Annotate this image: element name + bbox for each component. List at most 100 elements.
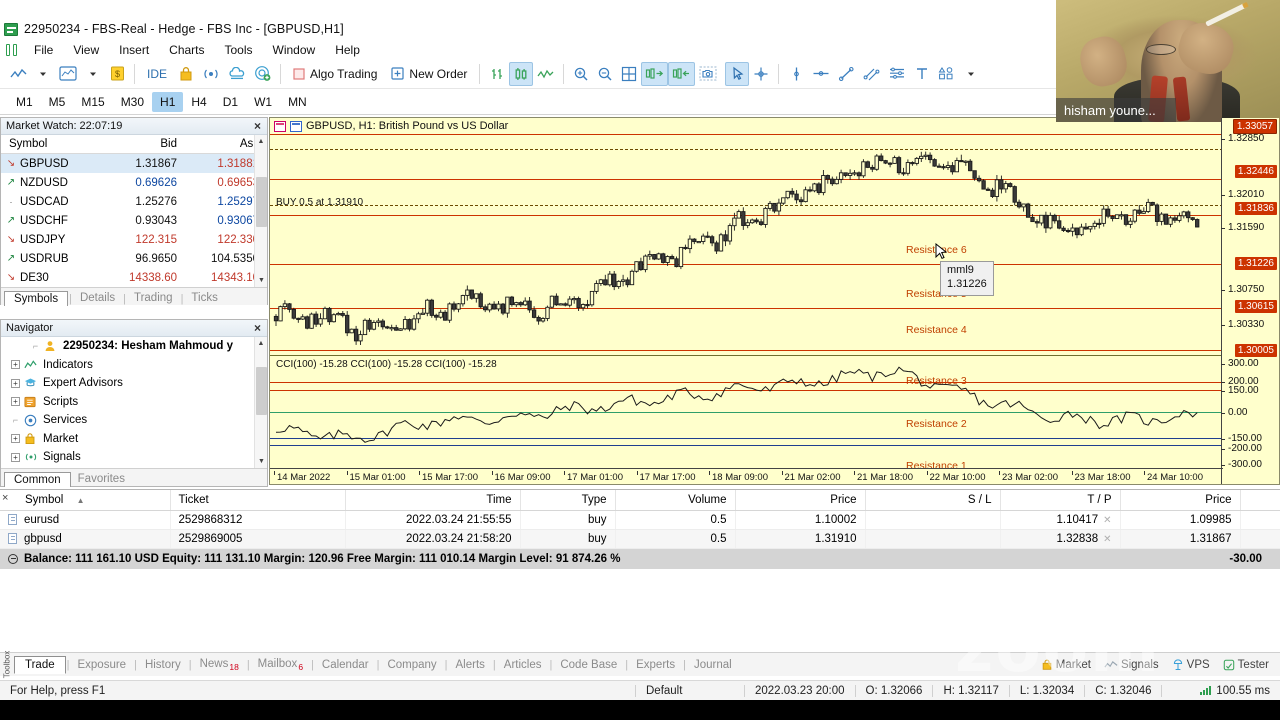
column-header-price-open[interactable]: Price (735, 490, 866, 511)
chart-data-window-icon[interactable] (274, 120, 286, 132)
column-header-bid[interactable]: Bid (99, 138, 185, 150)
algo-trading-button[interactable]: Algo Trading (286, 62, 384, 86)
currency-icon[interactable]: $ (105, 62, 129, 86)
close-icon[interactable]: × (251, 120, 264, 133)
line-mode-icon[interactable] (533, 62, 558, 86)
shapes-icon[interactable] (934, 62, 959, 86)
column-header-profit[interactable]: Profit (1240, 490, 1280, 511)
navigator-account-row[interactable]: ⌐ 22950234: Hesham Mahmoud y (1, 337, 267, 356)
column-header-tp[interactable]: T / P (1000, 490, 1121, 511)
tester-status-button[interactable]: Tester (1218, 657, 1274, 673)
scrollbar-thumb[interactable] (256, 367, 267, 415)
horizontal-line-icon[interactable] (808, 62, 834, 86)
scroll-down-icon[interactable]: ▼ (255, 274, 267, 287)
shift-right-icon[interactable] (641, 61, 669, 86)
chart-window[interactable]: GBPUSD, H1: British Pound vs US Dollar R… (269, 117, 1280, 485)
market-bag-icon[interactable] (174, 62, 198, 86)
timeframe-d1[interactable]: D1 (215, 92, 246, 112)
timeframe-w1[interactable]: W1 (246, 92, 280, 112)
cursor-icon[interactable] (725, 61, 750, 86)
cloud-icon[interactable] (224, 62, 250, 86)
webcam-overlay[interactable]: hisham youne... (1056, 0, 1280, 122)
menu-item-tools[interactable]: Tools (215, 42, 263, 58)
toolbox-tab-exposure[interactable]: Exposure (70, 657, 133, 673)
column-header-price-current[interactable]: Price (1120, 490, 1241, 511)
signals-status-button[interactable]: Signals (1099, 657, 1164, 673)
navigator-item-scripts[interactable]: + Scripts (1, 393, 267, 412)
equidistant-channel-icon[interactable] (859, 62, 884, 86)
bar-chart-icon[interactable] (485, 62, 509, 86)
toolbox-tab-trade[interactable]: Trade (14, 655, 66, 674)
toolbox-tab-alerts[interactable]: Alerts (449, 657, 492, 673)
chevron-down-icon[interactable] (959, 62, 983, 86)
tab-ticks[interactable]: Ticks (184, 291, 224, 305)
tab-details[interactable]: Details (73, 291, 122, 305)
close-tp-icon[interactable]: ✕ (1103, 534, 1111, 545)
scroll-up-icon[interactable]: ▲ (255, 135, 267, 148)
navigator-item-expert-advisors[interactable]: + Expert Advisors (1, 374, 267, 393)
text-icon[interactable] (910, 62, 934, 86)
fibonacci-icon[interactable] (884, 62, 910, 86)
menu-item-charts[interactable]: Charts (159, 42, 214, 58)
price-axis[interactable]: 1.33057 1.32850 1.32446 1.32010 1.31836 … (1221, 118, 1279, 484)
crosshair-icon[interactable] (749, 62, 773, 86)
close-icon[interactable]: × (2, 492, 8, 504)
tab-trading[interactable]: Trading (127, 291, 180, 305)
table-row[interactable]: gbpusd 2529869005 2022.03.24 21:58:20 buy 0.… (0, 529, 1280, 549)
tab-favorites[interactable]: Favorites (71, 472, 132, 486)
column-header-time[interactable]: Time (345, 490, 521, 511)
market-watch-row[interactable]: ↘ DE30 14338.60 14343.10 (1, 268, 267, 287)
toolbox-tab-history[interactable]: History (138, 657, 188, 673)
time-axis[interactable]: 14 Mar 2022 15 Mar 01:00 15 Mar 17:00 16 Ma… (270, 468, 1223, 484)
market-watch-row[interactable]: · USDCAD 1.25276 1.25297 (1, 192, 267, 211)
copy-trade-icon[interactable] (250, 62, 275, 86)
toolbox-tab-news[interactable]: News18 (193, 656, 246, 674)
column-header-sl[interactable]: S / L (865, 490, 1001, 511)
market-watch-row[interactable]: ↗ USDCHF 0.93043 0.93067 (1, 211, 267, 230)
toolbox-tab-calendar[interactable]: Calendar (315, 657, 376, 673)
panels-icon[interactable] (4, 43, 20, 57)
signals-icon[interactable] (198, 62, 224, 86)
scroll-down-icon[interactable]: ▼ (255, 455, 267, 468)
navigator-item-market[interactable]: + Market (1, 430, 267, 449)
market-watch-row[interactable]: ↗ USDRUB 96.9650 104.5350 (1, 249, 267, 268)
navigator-scrollbar[interactable]: ▲ ▼ (254, 337, 267, 468)
menu-item-insert[interactable]: Insert (109, 42, 159, 58)
menu-item-view[interactable]: View (63, 42, 109, 58)
menu-item-help[interactable]: Help (325, 42, 370, 58)
menu-item-file[interactable]: File (24, 42, 63, 58)
timeframe-mn[interactable]: MN (280, 92, 315, 112)
expand-icon[interactable]: + (11, 434, 20, 444)
toolbox-tab-mailbox[interactable]: Mailbox6 (251, 656, 310, 674)
timeframe-m30[interactable]: M30 (113, 92, 152, 112)
column-header-symbol[interactable]: Symbol (1, 138, 99, 150)
chevron-down-icon[interactable] (31, 62, 55, 86)
column-header-ticket[interactable]: Ticket (170, 490, 346, 511)
navigator-item-services[interactable]: ⌐ Services (1, 411, 267, 430)
market-status-button[interactable]: Market (1036, 657, 1096, 673)
expand-icon[interactable]: + (11, 452, 20, 462)
toolbox-tab-articles[interactable]: Articles (497, 657, 549, 673)
timeframe-m1[interactable]: M1 (8, 92, 41, 112)
expand-icon[interactable]: + (11, 397, 20, 407)
navigator-item-signals[interactable]: + Signals (1, 448, 267, 467)
market-watch-row[interactable]: ↘ GBPUSD 1.31867 1.31881 (1, 154, 267, 173)
tab-common[interactable]: Common (4, 472, 71, 487)
market-watch-row[interactable]: ↘ USDJPY 122.315 122.330 (1, 230, 267, 249)
timeframe-m15[interactable]: M15 (73, 92, 112, 112)
market-watch-row[interactable]: ↗ NZDUSD 0.69626 0.69653 (1, 173, 267, 192)
chart-properties-icon[interactable] (290, 120, 302, 132)
column-header-symbol[interactable]: Symbol ▲ (0, 490, 171, 511)
status-profile[interactable]: Default (635, 684, 745, 697)
timeframe-m5[interactable]: M5 (41, 92, 74, 112)
toolbox-tab-company[interactable]: Company (380, 657, 443, 673)
timeframe-h4[interactable]: H4 (183, 92, 214, 112)
trendline-icon[interactable] (834, 62, 859, 86)
vps-status-button[interactable]: VPS (1167, 657, 1215, 673)
line-chart-icon[interactable] (6, 62, 31, 86)
grid-icon[interactable] (617, 62, 641, 86)
ide-button[interactable]: IDE (140, 62, 174, 86)
collapse-icon[interactable] (8, 553, 18, 564)
scrollbar-thumb[interactable] (256, 177, 267, 227)
scroll-up-icon[interactable]: ▲ (255, 337, 267, 350)
